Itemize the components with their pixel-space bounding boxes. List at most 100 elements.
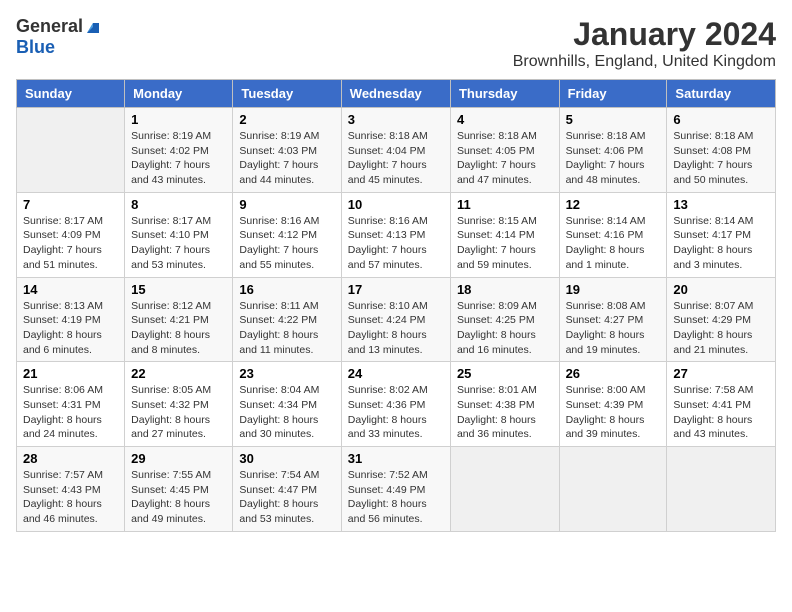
day-cell: 1 Sunrise: 8:19 AM Sunset: 4:02 PM Dayli… bbox=[125, 108, 233, 193]
day-number: 6 bbox=[673, 112, 769, 127]
sunset: Sunset: 4:29 PM bbox=[673, 314, 751, 326]
sunset: Sunset: 4:45 PM bbox=[131, 484, 209, 496]
header-cell-monday: Monday bbox=[125, 80, 233, 108]
sunrise: Sunrise: 8:13 AM bbox=[23, 300, 103, 312]
day-number: 19 bbox=[566, 282, 661, 297]
header-cell-wednesday: Wednesday bbox=[341, 80, 450, 108]
day-cell bbox=[17, 108, 125, 193]
daylight: Daylight: 7 hours and 45 minutes. bbox=[348, 159, 427, 186]
daylight: Daylight: 7 hours and 57 minutes. bbox=[348, 244, 427, 271]
daylight: Daylight: 7 hours and 43 minutes. bbox=[131, 159, 210, 186]
day-info: Sunrise: 8:18 AM Sunset: 4:05 PM Dayligh… bbox=[457, 129, 553, 188]
day-info: Sunrise: 8:14 AM Sunset: 4:16 PM Dayligh… bbox=[566, 214, 661, 273]
daylight: Daylight: 7 hours and 48 minutes. bbox=[566, 159, 645, 186]
day-cell: 6 Sunrise: 8:18 AM Sunset: 4:08 PM Dayli… bbox=[667, 108, 776, 193]
day-info: Sunrise: 8:01 AM Sunset: 4:38 PM Dayligh… bbox=[457, 383, 553, 442]
day-info: Sunrise: 8:02 AM Sunset: 4:36 PM Dayligh… bbox=[348, 383, 444, 442]
sunrise: Sunrise: 7:57 AM bbox=[23, 469, 103, 481]
sunset: Sunset: 4:32 PM bbox=[131, 399, 209, 411]
sunset: Sunset: 4:21 PM bbox=[131, 314, 209, 326]
sunset: Sunset: 4:19 PM bbox=[23, 314, 101, 326]
daylight: Daylight: 8 hours and 56 minutes. bbox=[348, 498, 427, 525]
daylight: Daylight: 8 hours and 11 minutes. bbox=[239, 329, 318, 356]
day-info: Sunrise: 8:10 AM Sunset: 4:24 PM Dayligh… bbox=[348, 299, 444, 358]
day-info: Sunrise: 8:05 AM Sunset: 4:32 PM Dayligh… bbox=[131, 383, 226, 442]
sunset: Sunset: 4:49 PM bbox=[348, 484, 426, 496]
week-row-5: 28 Sunrise: 7:57 AM Sunset: 4:43 PM Dayl… bbox=[17, 447, 776, 532]
day-number: 3 bbox=[348, 112, 444, 127]
header-cell-thursday: Thursday bbox=[450, 80, 559, 108]
daylight: Daylight: 8 hours and 33 minutes. bbox=[348, 414, 427, 441]
day-cell: 23 Sunrise: 8:04 AM Sunset: 4:34 PM Dayl… bbox=[233, 362, 341, 447]
calendar-title: January 2024 bbox=[513, 16, 776, 53]
day-cell: 8 Sunrise: 8:17 AM Sunset: 4:10 PM Dayli… bbox=[125, 192, 233, 277]
sunrise: Sunrise: 8:12 AM bbox=[131, 300, 211, 312]
sunset: Sunset: 4:10 PM bbox=[131, 229, 209, 241]
day-number: 5 bbox=[566, 112, 661, 127]
day-number: 24 bbox=[348, 366, 444, 381]
header-cell-friday: Friday bbox=[559, 80, 667, 108]
sunrise: Sunrise: 8:18 AM bbox=[457, 130, 537, 142]
day-cell: 9 Sunrise: 8:16 AM Sunset: 4:12 PM Dayli… bbox=[233, 192, 341, 277]
calendar-subtitle: Brownhills, England, United Kingdom bbox=[513, 53, 776, 71]
day-cell: 5 Sunrise: 8:18 AM Sunset: 4:06 PM Dayli… bbox=[559, 108, 667, 193]
day-info: Sunrise: 8:11 AM Sunset: 4:22 PM Dayligh… bbox=[239, 299, 334, 358]
daylight: Daylight: 7 hours and 53 minutes. bbox=[131, 244, 210, 271]
sunset: Sunset: 4:05 PM bbox=[457, 145, 535, 157]
week-row-3: 14 Sunrise: 8:13 AM Sunset: 4:19 PM Dayl… bbox=[17, 277, 776, 362]
sunrise: Sunrise: 8:14 AM bbox=[566, 215, 646, 227]
calendar-container: General Blue January 2024 Brownhills, En… bbox=[16, 16, 776, 532]
daylight: Daylight: 8 hours and 13 minutes. bbox=[348, 329, 427, 356]
daylight: Daylight: 8 hours and 30 minutes. bbox=[239, 414, 318, 441]
daylight: Daylight: 8 hours and 43 minutes. bbox=[673, 414, 752, 441]
sunrise: Sunrise: 8:06 AM bbox=[23, 384, 103, 396]
sunset: Sunset: 4:41 PM bbox=[673, 399, 751, 411]
day-cell: 28 Sunrise: 7:57 AM Sunset: 4:43 PM Dayl… bbox=[17, 447, 125, 532]
day-number: 28 bbox=[23, 451, 118, 466]
day-info: Sunrise: 8:18 AM Sunset: 4:08 PM Dayligh… bbox=[673, 129, 769, 188]
title-area: January 2024 Brownhills, England, United… bbox=[513, 16, 776, 71]
sunset: Sunset: 4:31 PM bbox=[23, 399, 101, 411]
sunrise: Sunrise: 8:18 AM bbox=[348, 130, 428, 142]
sunset: Sunset: 4:25 PM bbox=[457, 314, 535, 326]
sunset: Sunset: 4:47 PM bbox=[239, 484, 317, 496]
logo-icon bbox=[83, 16, 101, 37]
daylight: Daylight: 8 hours and 27 minutes. bbox=[131, 414, 210, 441]
sunrise: Sunrise: 8:02 AM bbox=[348, 384, 428, 396]
day-cell: 11 Sunrise: 8:15 AM Sunset: 4:14 PM Dayl… bbox=[450, 192, 559, 277]
day-number: 10 bbox=[348, 197, 444, 212]
day-info: Sunrise: 8:19 AM Sunset: 4:03 PM Dayligh… bbox=[239, 129, 334, 188]
sunrise: Sunrise: 8:11 AM bbox=[239, 300, 318, 312]
day-info: Sunrise: 8:14 AM Sunset: 4:17 PM Dayligh… bbox=[673, 214, 769, 273]
day-cell bbox=[450, 447, 559, 532]
day-number: 22 bbox=[131, 366, 226, 381]
sunrise: Sunrise: 8:00 AM bbox=[566, 384, 646, 396]
day-cell bbox=[667, 447, 776, 532]
day-info: Sunrise: 8:16 AM Sunset: 4:13 PM Dayligh… bbox=[348, 214, 444, 273]
day-info: Sunrise: 8:16 AM Sunset: 4:12 PM Dayligh… bbox=[239, 214, 334, 273]
day-number: 4 bbox=[457, 112, 553, 127]
day-info: Sunrise: 7:52 AM Sunset: 4:49 PM Dayligh… bbox=[348, 468, 444, 527]
day-info: Sunrise: 8:08 AM Sunset: 4:27 PM Dayligh… bbox=[566, 299, 661, 358]
sunrise: Sunrise: 8:16 AM bbox=[348, 215, 428, 227]
header-row: SundayMondayTuesdayWednesdayThursdayFrid… bbox=[17, 80, 776, 108]
day-number: 17 bbox=[348, 282, 444, 297]
day-info: Sunrise: 7:58 AM Sunset: 4:41 PM Dayligh… bbox=[673, 383, 769, 442]
sunset: Sunset: 4:03 PM bbox=[239, 145, 317, 157]
sunrise: Sunrise: 7:58 AM bbox=[673, 384, 753, 396]
day-info: Sunrise: 8:00 AM Sunset: 4:39 PM Dayligh… bbox=[566, 383, 661, 442]
sunset: Sunset: 4:09 PM bbox=[23, 229, 101, 241]
sunrise: Sunrise: 7:55 AM bbox=[131, 469, 211, 481]
day-info: Sunrise: 8:09 AM Sunset: 4:25 PM Dayligh… bbox=[457, 299, 553, 358]
day-number: 29 bbox=[131, 451, 226, 466]
day-cell: 30 Sunrise: 7:54 AM Sunset: 4:47 PM Dayl… bbox=[233, 447, 341, 532]
sunset: Sunset: 4:34 PM bbox=[239, 399, 317, 411]
day-info: Sunrise: 8:07 AM Sunset: 4:29 PM Dayligh… bbox=[673, 299, 769, 358]
day-info: Sunrise: 7:57 AM Sunset: 4:43 PM Dayligh… bbox=[23, 468, 118, 527]
sunset: Sunset: 4:02 PM bbox=[131, 145, 209, 157]
day-number: 12 bbox=[566, 197, 661, 212]
week-row-2: 7 Sunrise: 8:17 AM Sunset: 4:09 PM Dayli… bbox=[17, 192, 776, 277]
day-number: 9 bbox=[239, 197, 334, 212]
sunset: Sunset: 4:38 PM bbox=[457, 399, 535, 411]
sunrise: Sunrise: 8:17 AM bbox=[131, 215, 211, 227]
